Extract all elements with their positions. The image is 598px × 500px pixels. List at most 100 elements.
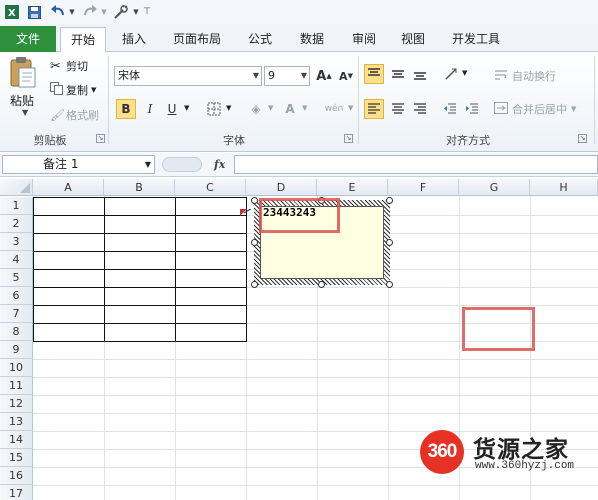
cut-button[interactable]: ✂ 剪切 [50,58,88,74]
column-header-c[interactable]: C [175,179,246,196]
column-header-e[interactable]: E [317,179,388,196]
align-bottom-icon [414,72,426,80]
tools-icon[interactable] [112,3,130,21]
column-header-f[interactable]: F [388,179,459,196]
paste-button[interactable]: 粘贴 [10,92,34,109]
resize-handle[interactable] [251,197,258,204]
formula-bar-splitter[interactable] [162,157,202,172]
undo-dropdown-icon[interactable]: ▼ [68,3,76,21]
row-header-2[interactable]: 2 [0,215,33,233]
tab-review[interactable]: 审阅 [342,27,386,52]
align-middle-icon [392,70,404,78]
tab-insert[interactable]: 插入 [112,27,156,52]
row-header-12[interactable]: 12 [0,395,33,413]
orientation-button[interactable] [442,64,462,84]
paste-dropdown-icon[interactable]: ▼ [22,108,28,117]
resize-handle[interactable] [386,239,393,246]
name-box[interactable]: 备注 1 ▼ [2,155,155,174]
font-size-select[interactable]: 9 ▼ [264,66,310,86]
row-header-9[interactable]: 9 [0,341,33,359]
tab-page-layout[interactable]: 页面布局 [164,27,230,52]
format-painter-button[interactable]: 🖌 格式刷 [50,107,99,123]
align-center-icon [392,103,404,114]
copy-button[interactable]: 复制 ▼ [50,82,96,98]
row-header-4[interactable]: 4 [0,251,33,269]
font-color-button[interactable]: A [280,99,300,119]
tab-home[interactable]: 开始 [60,27,106,53]
underline-dropdown-icon[interactable]: ▼ [184,104,189,112]
column-header-d[interactable]: D [246,179,317,196]
format-painter-label: 格式刷 [66,109,99,122]
tab-formulas[interactable]: 公式 [240,27,280,52]
wrap-text-button[interactable]: 自动换行 [494,68,556,84]
underline-button[interactable]: U [162,99,182,119]
redo-dropdown-icon[interactable]: ▼ [100,3,108,21]
customize-qat-icon[interactable]: ⊤ [142,3,152,21]
row-header-11[interactable]: 11 [0,377,33,395]
align-right-button[interactable] [410,99,430,119]
resize-handle[interactable] [251,281,258,288]
row-header-5[interactable]: 5 [0,269,33,287]
gridline [33,485,598,486]
clipboard-launcher-icon[interactable]: ↘ [96,134,105,143]
resize-handle[interactable] [318,281,325,288]
resize-handle[interactable] [386,281,393,288]
italic-button[interactable]: I [140,99,160,119]
bold-button[interactable]: B [116,99,136,119]
undo-icon[interactable] [48,3,68,21]
column-header-b[interactable]: B [104,179,175,196]
row-header-3[interactable]: 3 [0,233,33,251]
formula-input[interactable] [234,155,598,174]
align-top-button[interactable] [364,64,384,84]
borders-button[interactable] [204,99,224,119]
borders-dropdown-icon[interactable]: ▼ [226,104,231,112]
row-header-17[interactable]: 17 [0,485,33,500]
orientation-dropdown-icon[interactable]: ▼ [462,69,467,77]
fill-color-dropdown-icon[interactable]: ▼ [268,104,273,112]
increase-indent-button[interactable] [462,99,482,119]
align-bottom-button[interactable] [410,64,430,84]
column-header-a[interactable]: A [33,179,104,196]
copy-dropdown-icon: ▼ [91,86,97,94]
phonetic-dropdown-icon[interactable]: ▼ [348,104,353,112]
tab-data[interactable]: 数据 [290,27,334,52]
font-color-dropdown-icon[interactable]: ▼ [302,104,307,112]
column-header-g[interactable]: G [459,179,530,196]
tab-view[interactable]: 视图 [392,27,434,52]
decrease-indent-button[interactable] [440,99,460,119]
highlight-box [462,307,535,351]
row-header-8[interactable]: 8 [0,323,33,341]
merge-center-icon [494,101,512,117]
column-header-h[interactable]: H [530,179,598,196]
align-left-button[interactable] [364,99,384,119]
row-header-1[interactable]: 1 [0,197,33,215]
redo-icon[interactable] [80,3,100,21]
row-header-14[interactable]: 14 [0,431,33,449]
fill-color-icon[interactable]: ◈ [246,99,266,119]
grow-font-button[interactable]: A ▲ [314,66,334,86]
row-header-15[interactable]: 15 [0,449,33,467]
tools-dropdown-icon[interactable]: ▼ [132,3,140,21]
resize-handle[interactable] [251,239,258,246]
row-header-6[interactable]: 6 [0,287,33,305]
resize-handle[interactable] [386,197,393,204]
alignment-launcher-icon[interactable]: ↘ [578,134,587,143]
row-header-13[interactable]: 13 [0,413,33,431]
select-all-corner[interactable] [0,179,33,196]
merge-center-button[interactable]: 合并后居中 ▼ [494,101,576,117]
row-header-10[interactable]: 10 [0,359,33,377]
font-name-select[interactable]: 宋体 ▼ [114,66,262,86]
align-middle-button[interactable] [388,64,408,84]
tab-file[interactable]: 文件 [0,26,56,52]
tab-developer[interactable]: 开发工具 [444,27,508,52]
insert-function-icon[interactable]: fx [214,158,225,171]
paste-icon[interactable] [8,56,38,90]
font-launcher-icon[interactable]: ↘ [344,134,353,143]
alignment-group-label: 对齐方式 [446,134,490,147]
shrink-font-button[interactable]: A ▼ [336,66,356,86]
row-header-16[interactable]: 16 [0,467,33,485]
phonetic-button[interactable]: wén [320,99,348,119]
save-icon[interactable] [26,3,42,21]
row-header-7[interactable]: 7 [0,305,33,323]
align-center-button[interactable] [388,99,408,119]
